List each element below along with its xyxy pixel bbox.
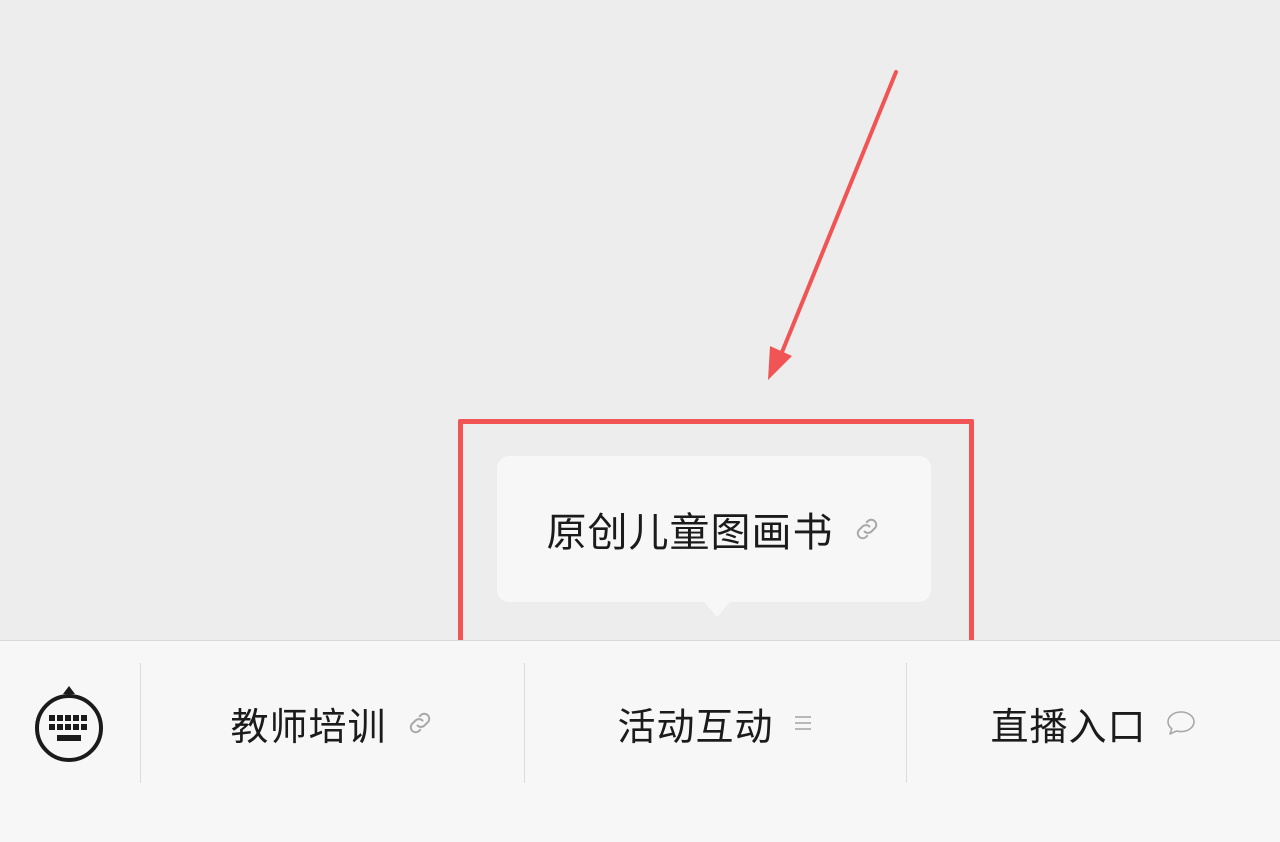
menu-item-activity[interactable]: 活动互动 (525, 663, 906, 783)
submenu-popup[interactable]: 原创儿童图画书 (497, 456, 931, 602)
link-icon (852, 514, 882, 544)
menu-item-teacher-training[interactable]: 教师培训 (141, 663, 524, 783)
chat-bubble-icon (1165, 708, 1197, 738)
menu-item-label: 活动互动 (617, 704, 774, 749)
menu-icon (792, 712, 814, 734)
keyboard-toggle-button[interactable] (34, 686, 104, 766)
menu-item-label: 直播入口 (990, 704, 1147, 749)
menu-item-live-entry[interactable]: 直播入口 (907, 663, 1280, 783)
menu-item-label: 教师培训 (230, 704, 387, 749)
keyboard-toggle-icon (35, 686, 103, 762)
link-icon (405, 708, 435, 738)
popup-tail (703, 601, 731, 617)
submenu-item-label[interactable]: 原创儿童图画书 (547, 500, 834, 558)
bottom-menu-bar: 教师培训 活动互动 直播入口 (0, 640, 1280, 842)
